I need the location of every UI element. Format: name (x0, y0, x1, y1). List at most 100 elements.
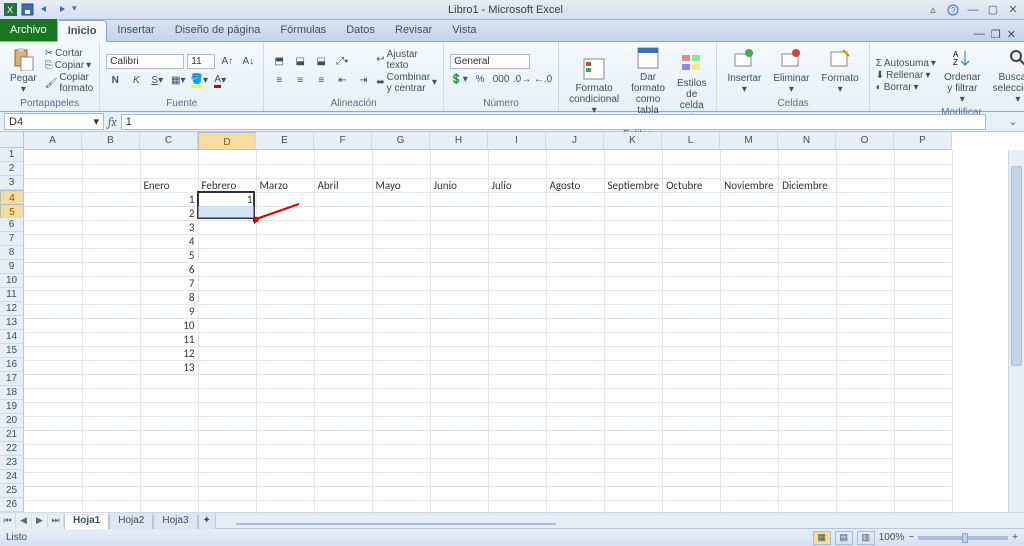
cell-B4[interactable] (82, 192, 140, 206)
cell-C6[interactable]: 3 (140, 220, 198, 234)
row-header-22[interactable]: 22 (0, 442, 24, 456)
cell-E2[interactable] (256, 164, 314, 178)
cell-M22[interactable] (721, 444, 779, 458)
cell-H23[interactable] (430, 458, 488, 472)
cell-I9[interactable] (488, 262, 546, 276)
cell-O6[interactable] (837, 220, 895, 234)
cell-C19[interactable] (140, 402, 198, 416)
tab-vista[interactable]: Vista (442, 19, 486, 41)
cell-J17[interactable] (546, 374, 604, 388)
cell-N4[interactable] (779, 192, 837, 206)
cell-B16[interactable] (82, 360, 140, 374)
cell-H1[interactable] (430, 150, 488, 164)
cell-J12[interactable] (546, 304, 604, 318)
cell-E25[interactable] (256, 486, 314, 500)
cell-F17[interactable] (314, 374, 372, 388)
cell-N17[interactable] (779, 374, 837, 388)
cell-C2[interactable] (140, 164, 198, 178)
cell-M5[interactable] (721, 206, 779, 220)
cell-L9[interactable] (663, 262, 721, 276)
cell-D23[interactable] (198, 458, 256, 472)
last-sheet-icon[interactable]: ⏭ (48, 513, 64, 529)
cell-O26[interactable] (837, 500, 895, 514)
cell-K12[interactable] (604, 304, 663, 318)
cell-K23[interactable] (604, 458, 663, 472)
cell-J21[interactable] (546, 430, 604, 444)
cell-P16[interactable] (895, 360, 953, 374)
cell-L24[interactable] (663, 472, 721, 486)
cell-H14[interactable] (430, 332, 488, 346)
row-header-7[interactable]: 7 (0, 232, 24, 246)
cell-A23[interactable] (24, 458, 82, 472)
cell-C3[interactable]: Enero (140, 178, 198, 192)
cell-O11[interactable] (837, 290, 895, 304)
cell-F7[interactable] (314, 234, 372, 248)
cell-F16[interactable] (314, 360, 372, 374)
cell-I24[interactable] (488, 472, 546, 486)
cell-G10[interactable] (372, 276, 430, 290)
cell-M11[interactable] (721, 290, 779, 304)
cell-P18[interactable] (895, 388, 953, 402)
minimize-ribbon-icon[interactable]: ▵ (926, 3, 940, 17)
cell-F13[interactable] (314, 318, 372, 332)
cell-C25[interactable] (140, 486, 198, 500)
cell-A16[interactable] (24, 360, 82, 374)
cell-N3[interactable]: Diciembre (779, 178, 837, 192)
col-header-I[interactable]: I (488, 132, 546, 150)
cell-B19[interactable] (82, 402, 140, 416)
cell-M2[interactable] (721, 164, 779, 178)
cell-F20[interactable] (314, 416, 372, 430)
cell-B8[interactable] (82, 248, 140, 262)
cell-C8[interactable]: 5 (140, 248, 198, 262)
cell-J20[interactable] (546, 416, 604, 430)
cell-K7[interactable] (604, 234, 663, 248)
cell-K25[interactable] (604, 486, 663, 500)
zoom-in-icon[interactable]: + (1012, 532, 1018, 543)
cell-C1[interactable] (140, 150, 198, 164)
cell-F14[interactable] (314, 332, 372, 346)
cell-L1[interactable] (663, 150, 721, 164)
next-sheet-icon[interactable]: ▶ (32, 513, 48, 529)
cell-E14[interactable] (256, 332, 314, 346)
cell-I18[interactable] (488, 388, 546, 402)
row-headers[interactable]: 1234567891011121314151617181920212223242… (0, 148, 24, 512)
decrease-decimal-icon[interactable]: ←.0 (534, 70, 552, 88)
cell-G24[interactable] (372, 472, 430, 486)
tab-revisar[interactable]: Revisar (385, 19, 442, 41)
cell-P2[interactable] (895, 164, 953, 178)
cell-F10[interactable] (314, 276, 372, 290)
delete-button[interactable]: Eliminar▾ (769, 45, 813, 97)
align-middle-icon[interactable]: ⬓ (291, 53, 309, 71)
cell-H8[interactable] (430, 248, 488, 262)
sort-filter-button[interactable]: AZOrdenar y filtrar▾ (940, 44, 985, 107)
cell-O18[interactable] (837, 388, 895, 402)
cell-E8[interactable] (256, 248, 314, 262)
cell-I11[interactable] (488, 290, 546, 304)
cell-B11[interactable] (82, 290, 140, 304)
cell-N12[interactable] (779, 304, 837, 318)
cell-F6[interactable] (314, 220, 372, 234)
bold-button[interactable]: N (106, 72, 124, 90)
cell-A4[interactable] (24, 192, 82, 206)
row-header-2[interactable]: 2 (0, 162, 24, 176)
cell-K10[interactable] (604, 276, 663, 290)
cell-K6[interactable] (604, 220, 663, 234)
cell-I3[interactable]: Julio (488, 178, 546, 192)
cell-E21[interactable] (256, 430, 314, 444)
col-header-E[interactable]: E (256, 132, 314, 150)
cell-F21[interactable] (314, 430, 372, 444)
row-header-14[interactable]: 14 (0, 330, 24, 344)
row-header-24[interactable]: 24 (0, 470, 24, 484)
cell-F25[interactable] (314, 486, 372, 500)
cell-K26[interactable] (604, 500, 663, 514)
row-header-26[interactable]: 26 (0, 498, 24, 512)
cell-P4[interactable] (895, 192, 953, 206)
page-break-view-icon[interactable]: ▥ (857, 531, 875, 545)
cell-J22[interactable] (546, 444, 604, 458)
cell-B17[interactable] (82, 374, 140, 388)
cell-E4[interactable] (256, 192, 314, 206)
cell-G16[interactable] (372, 360, 430, 374)
cell-O2[interactable] (837, 164, 895, 178)
cell-A24[interactable] (24, 472, 82, 486)
cell-C10[interactable]: 7 (140, 276, 198, 290)
